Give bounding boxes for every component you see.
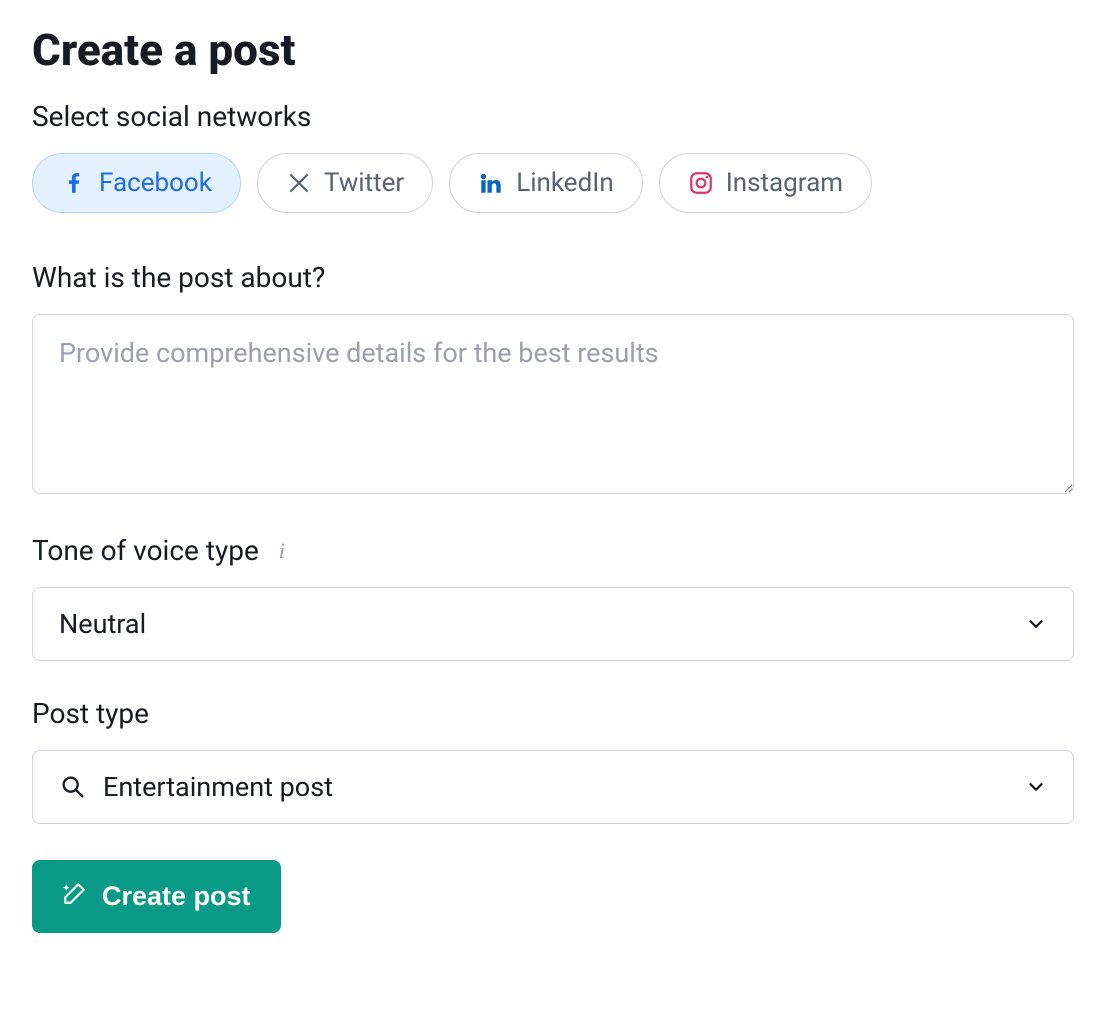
post-type-select-value: Entertainment post (103, 771, 1009, 803)
network-chip-twitter[interactable]: Twitter (257, 153, 433, 213)
about-label: What is the post about? (32, 261, 1074, 294)
post-type-section: Post type Entertainment post (32, 697, 1074, 824)
about-section: What is the post about? (32, 261, 1074, 498)
instagram-icon (688, 170, 714, 196)
network-chip-label: Instagram (726, 168, 843, 198)
magnify-sparkle-icon (59, 773, 87, 801)
network-chip-label: Twitter (324, 168, 404, 198)
network-chip-instagram[interactable]: Instagram (659, 153, 872, 213)
networks-section: Select social networks Facebook Twitter … (32, 100, 1074, 213)
network-chip-label: LinkedIn (516, 168, 614, 198)
magic-wand-icon (62, 880, 88, 913)
post-type-label: Post type (32, 697, 1074, 730)
networks-label: Select social networks (32, 100, 1074, 133)
page-title: Create a post (32, 24, 1074, 76)
create-post-button[interactable]: Create post (32, 860, 281, 933)
chevron-down-icon (1025, 613, 1047, 635)
tone-select-value: Neutral (59, 608, 1009, 640)
linkedin-icon (478, 170, 504, 196)
network-chip-label: Facebook (99, 168, 212, 198)
networks-row: Facebook Twitter LinkedIn Instagram (32, 153, 1074, 213)
x-icon (286, 170, 312, 196)
tone-label-text: Tone of voice type (32, 534, 259, 567)
chevron-down-icon (1025, 776, 1047, 798)
info-icon[interactable]: i (271, 540, 293, 562)
create-post-button-label: Create post (102, 881, 251, 912)
network-chip-facebook[interactable]: Facebook (32, 153, 241, 213)
tone-label: Tone of voice type i (32, 534, 1074, 567)
tone-section: Tone of voice type i Neutral (32, 534, 1074, 661)
post-type-select[interactable]: Entertainment post (32, 750, 1074, 824)
facebook-icon (61, 170, 87, 196)
tone-select[interactable]: Neutral (32, 587, 1074, 661)
network-chip-linkedin[interactable]: LinkedIn (449, 153, 643, 213)
about-textarea[interactable] (32, 314, 1074, 494)
